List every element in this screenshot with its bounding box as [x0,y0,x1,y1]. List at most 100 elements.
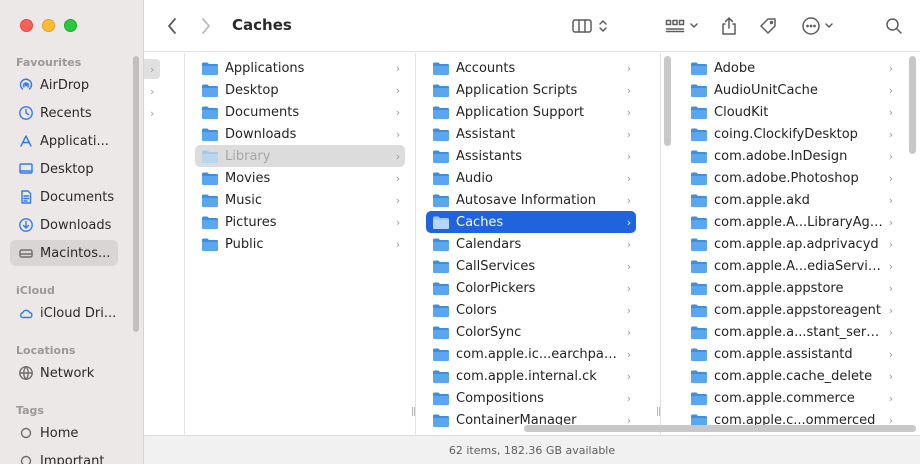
airdrop-icon [18,77,34,93]
chevron-right-icon: › [888,83,894,97]
folder-row[interactable]: com.apple.commerce › [684,387,898,409]
sidebar-item-recents[interactable]: Recents [10,100,118,126]
folder-name: Movies [225,170,271,186]
library-scrollbar[interactable] [664,56,671,146]
folder-row[interactable]: com.apple.internal.ck › [426,365,636,387]
folder-row[interactable]: Caches › [426,211,636,233]
folder-row[interactable]: com.apple.ap.adprivacyd › [684,233,898,255]
sidebar-item-applicati[interactable]: Applicati... [10,128,118,154]
chevron-right-icon: › [395,193,401,207]
folder-row[interactable]: coing.ClockifyDesktop › [684,123,898,145]
chevron-right-icon: › [626,325,632,339]
folder-row[interactable]: com.apple.appstoreagent › [684,299,898,321]
chevron-right-icon: › [888,193,894,207]
folder-row[interactable]: com.apple.assistantd › [684,343,898,365]
folder-row[interactable]: Downloads › [195,123,405,145]
column-home[interactable]: Applications › Desktop › Documents › Downloads… [185,53,416,435]
folder-row[interactable]: Accounts › [426,57,636,79]
sidebar-item-important[interactable]: Important [10,448,118,464]
folder-icon [202,216,218,229]
group-button[interactable] [662,14,702,38]
folder-row[interactable]: AudioUnitCache › [684,79,898,101]
zoom-window-button[interactable] [64,19,77,32]
folder-icon [691,370,707,383]
folder-row[interactable]: com.apple.A...ediaServices › [684,255,898,277]
folder-row[interactable]: com.apple.appstore › [684,277,898,299]
minimize-window-button[interactable] [42,19,55,32]
folder-row[interactable]: Assistant › [426,123,636,145]
search-button[interactable] [882,14,906,38]
sidebar-item-airdrop[interactable]: AirDrop [10,72,118,98]
share-button[interactable] [718,14,740,38]
folder-name: com.apple.A...ediaServices [714,258,884,274]
chevron-right-icon: › [888,237,894,251]
column-resize-handle[interactable]: || [656,407,660,417]
folder-icon [433,282,449,295]
chevron-right-icon: › [626,171,632,185]
collapsed-column[interactable]: › › › [144,53,185,435]
folder-row[interactable]: com.apple.A...LibraryAgent › [684,211,898,233]
view-mode-button[interactable] [568,14,612,38]
folder-row[interactable]: com.adobe.Photoshop › [684,167,898,189]
folder-row[interactable]: Library › [195,145,405,167]
column-resize-handle[interactable]: || [411,407,415,417]
folder-row[interactable]: Pictures › [195,211,405,233]
back-button[interactable] [162,14,182,38]
folder-name: com.apple.ic...earchpartyd [456,346,622,362]
folder-row[interactable]: Music › [195,189,405,211]
folder-row[interactable]: com.apple.a...stant_service › [684,321,898,343]
folder-name: CloudKit [714,104,769,120]
folder-row[interactable]: ColorPickers › [426,277,636,299]
folder-row[interactable]: Movies › [195,167,405,189]
folder-row[interactable]: Assistants › [426,145,636,167]
column-library[interactable]: Accounts › Application Scripts › Application… [416,53,661,435]
sidebar-item-home[interactable]: Home [10,420,118,446]
folder-row[interactable]: com.apple.ic...earchpartyd › [426,343,636,365]
folder-row[interactable]: Documents › [195,101,405,123]
folder-row[interactable]: ColorSync › [426,321,636,343]
sidebar-item-macintos[interactable]: Macintos... [10,240,118,266]
folder-row[interactable]: com.apple.cache_delete › [684,365,898,387]
chevron-right-icon: › [626,259,632,273]
caches-scrollbar[interactable] [909,56,916,154]
sidebar-item-network[interactable]: Network [10,360,118,386]
folder-row[interactable]: com.adobe.InDesign › [684,145,898,167]
sidebar-item-label: Important [40,453,105,464]
sidebar-item-documents[interactable]: Documents [10,184,118,210]
folder-row[interactable]: Audio › [426,167,636,189]
folder-row[interactable]: Application Scripts › [426,79,636,101]
folder-row[interactable]: Desktop › [195,79,405,101]
chevron-right-icon: › [888,149,894,163]
more-actions-button[interactable] [798,14,836,38]
sidebar-item-icloud-dri[interactable]: iCloud Dri... [10,300,118,326]
status-text: 62 items, 182.36 GB available [448,443,616,457]
sidebar-scrollbar[interactable] [133,56,139,332]
folder-row[interactable]: com.apple.akd › [684,189,898,211]
folder-name: Assistant [456,126,516,142]
sidebar-item-desktop[interactable]: Desktop [10,156,118,182]
tags-button[interactable] [756,14,780,38]
chevron-right-icon: › [150,107,155,120]
folder-row[interactable]: Public › [195,233,405,255]
folder-row[interactable]: CallServices › [426,255,636,277]
folder-row[interactable]: Adobe › [684,57,898,79]
folder-row[interactable]: Colors › [426,299,636,321]
sidebar-item-downloads[interactable]: Downloads [10,212,118,238]
folder-row[interactable]: Autosave Information › [426,189,636,211]
chevron-left-icon [168,18,176,34]
sidebar: Favourites AirDrop Recents Applicati... Des… [0,0,144,464]
column-caches[interactable]: Adobe › AudioUnitCache › CloudKit › coing.Cloc… [674,53,920,435]
folder-row[interactable]: Compositions › [426,387,636,409]
folder-row[interactable]: Application Support › [426,101,636,123]
folder-name: Music [225,192,262,208]
forward-button[interactable] [196,14,216,38]
close-window-button[interactable] [20,19,33,32]
folder-name: Pictures [225,214,277,230]
folder-icon [433,128,449,141]
folder-name: Caches [456,214,504,230]
folder-row[interactable]: Calendars › [426,233,636,255]
horizontal-scrollbar[interactable] [524,425,916,432]
hard-drive-icon [18,245,34,261]
folder-row[interactable]: Applications › [195,57,405,79]
folder-row[interactable]: CloudKit › [684,101,898,123]
